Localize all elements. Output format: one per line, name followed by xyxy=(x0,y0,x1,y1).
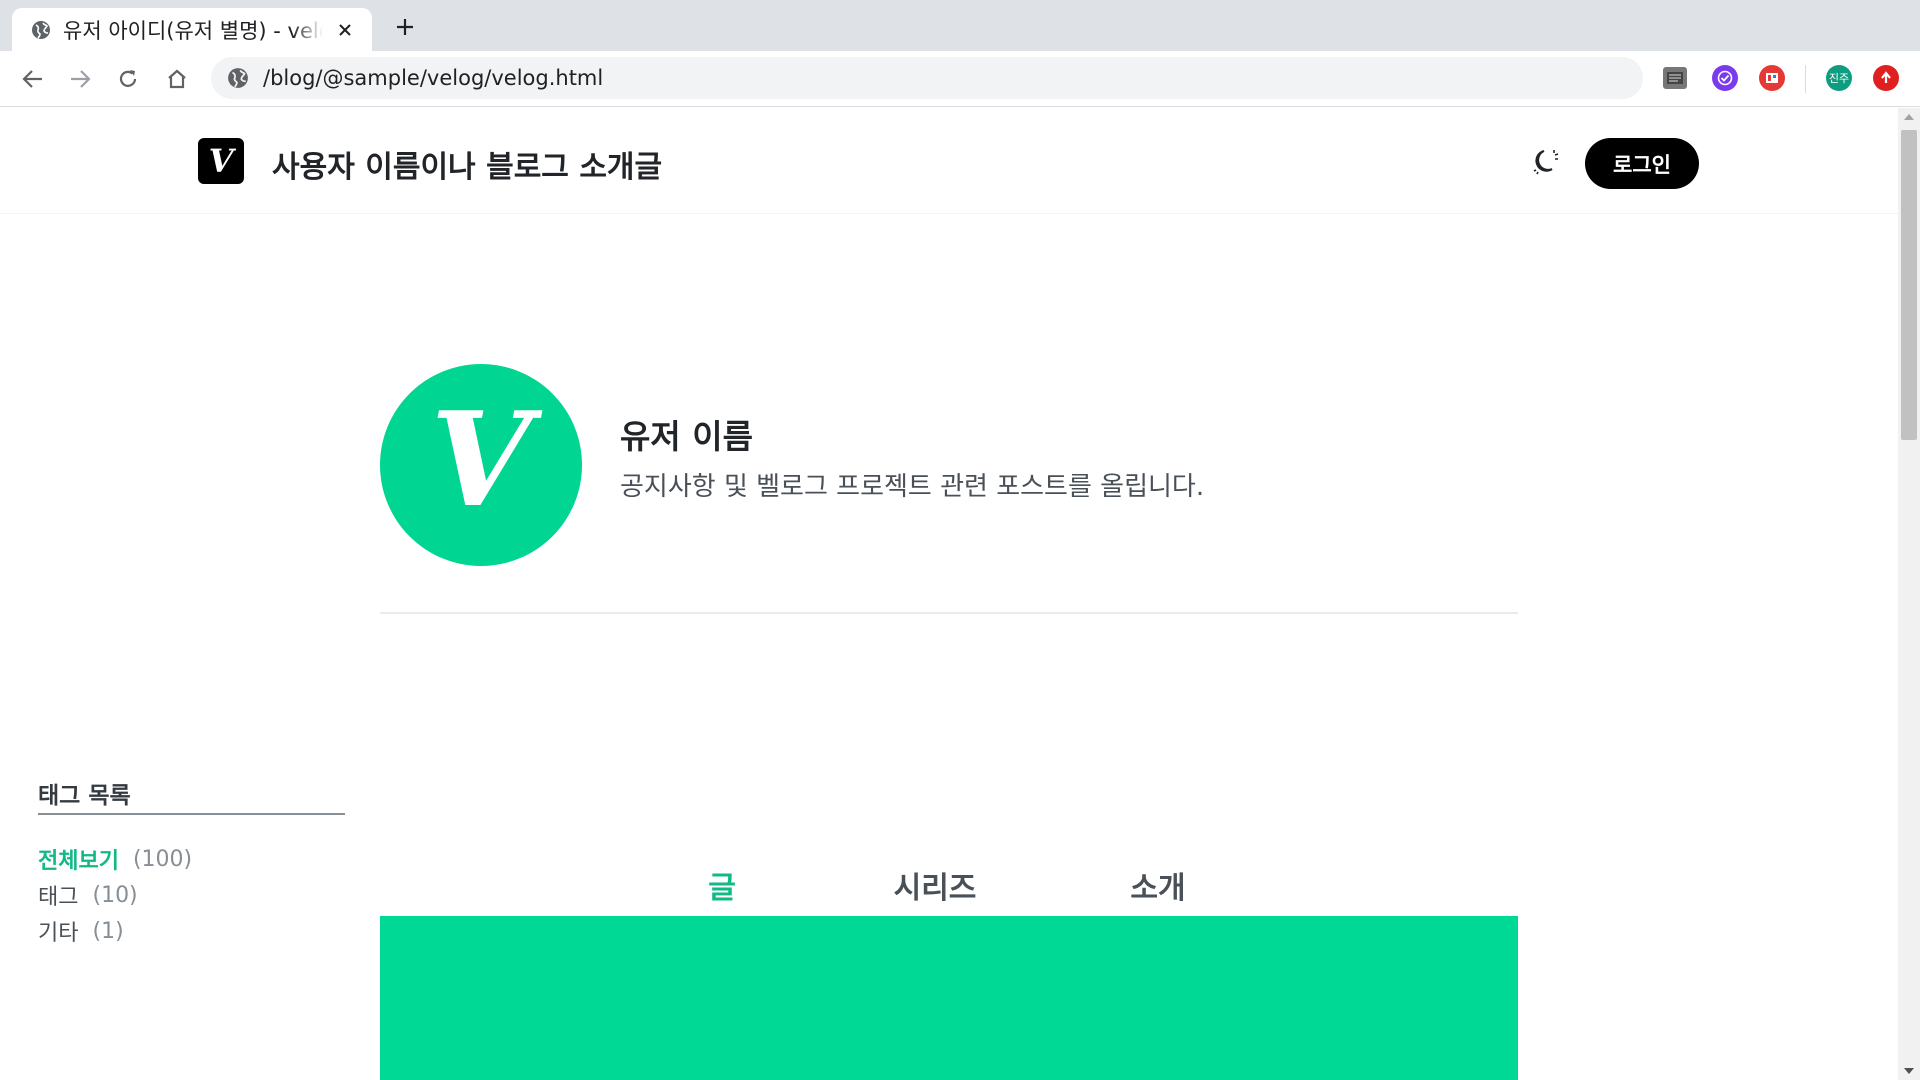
tab-posts[interactable]: 글 xyxy=(633,863,811,921)
rss-extension-icon[interactable] xyxy=(1759,65,1785,91)
profile-avatar-image: V xyxy=(380,364,582,566)
avatar-letter: V xyxy=(430,383,532,536)
user-description: 공지사항 및 벨로그 프로젝트 관련 포스트를 올립니다. xyxy=(620,472,1205,502)
new-tab-button[interactable] xyxy=(390,12,420,42)
tag-item-all[interactable]: 전체보기 (100) xyxy=(38,841,192,877)
user-name: 유저 이름 xyxy=(620,417,753,456)
browser-tab-strip: 유저 아이디(유저 별명) - velog xyxy=(0,0,1920,51)
arrow-left-icon xyxy=(22,70,42,88)
notion-web-clipper-icon[interactable] xyxy=(1663,67,1687,89)
tab-title: 유저 아이디(유저 별명) - velog xyxy=(63,18,323,43)
tag-name: 전체보기 xyxy=(38,849,119,874)
home-button[interactable] xyxy=(161,63,193,95)
plus-icon xyxy=(397,19,413,35)
theme-toggle-button[interactable] xyxy=(1527,142,1565,180)
page-scrollbar[interactable] xyxy=(1898,108,1920,1080)
tag-count: (10) xyxy=(92,882,138,908)
tag-count: (100) xyxy=(132,846,193,872)
globe-icon xyxy=(228,68,248,88)
blog-title[interactable]: 사용자 이름이나 블로그 소개글 xyxy=(272,142,662,186)
tab-about[interactable]: 소개 xyxy=(1069,863,1247,921)
login-button[interactable]: 로그인 xyxy=(1585,138,1699,189)
tag-heading-divider xyxy=(38,813,345,815)
close-tab-icon[interactable] xyxy=(333,18,357,42)
profile-avatar-label: 진주 xyxy=(1828,72,1850,85)
reload-icon xyxy=(119,70,137,87)
velog-logo[interactable]: V xyxy=(198,138,244,184)
logo-letter: V xyxy=(208,142,234,180)
back-button[interactable] xyxy=(17,63,49,95)
tag-item-tag[interactable]: 태그 (10) xyxy=(38,877,192,913)
browser-toolbar: /blog/@sample/velog/velog.html 진주 xyxy=(0,51,1920,107)
tag-name: 기타 xyxy=(38,921,79,946)
toolbar-separator xyxy=(1805,65,1806,93)
profile-avatar[interactable]: 진주 xyxy=(1826,65,1852,91)
scrollbar-thumb[interactable] xyxy=(1901,130,1917,440)
tag-name: 태그 xyxy=(38,885,79,910)
tag-item-etc[interactable]: 기타 (1) xyxy=(38,913,192,949)
home-icon xyxy=(168,69,186,89)
browser-tab[interactable]: 유저 아이디(유저 별명) - velog xyxy=(12,8,372,51)
scroll-down-icon[interactable] xyxy=(1904,1068,1914,1074)
tag-list-heading: 태그 목록 xyxy=(38,783,131,809)
tag-list: 전체보기 (100) 태그 (10) 기타 (1) xyxy=(38,841,192,949)
post-thumbnail[interactable] xyxy=(380,916,1518,1080)
reload-button[interactable] xyxy=(112,63,144,95)
arrow-right-icon xyxy=(71,70,91,88)
site-header: V 사용자 이름이나 블로그 소개글 로그인 xyxy=(0,108,1898,214)
update-icon[interactable] xyxy=(1873,65,1899,91)
scroll-up-icon[interactable] xyxy=(1904,114,1914,120)
forward-button[interactable] xyxy=(64,63,96,95)
check-circle-extension-icon[interactable] xyxy=(1712,65,1738,91)
url-text: /blog/@sample/velog/velog.html xyxy=(263,66,604,90)
moon-icon xyxy=(1533,150,1559,175)
address-bar[interactable]: /blog/@sample/velog/velog.html xyxy=(211,57,1643,99)
tag-count: (1) xyxy=(92,918,124,944)
tab-series[interactable]: 시리즈 xyxy=(846,863,1024,921)
globe-icon xyxy=(32,20,50,39)
profile-divider xyxy=(380,612,1518,614)
page-viewport: V 사용자 이름이나 블로그 소개글 로그인 V 유저 이름 공지사항 및 벨로… xyxy=(0,108,1898,1080)
